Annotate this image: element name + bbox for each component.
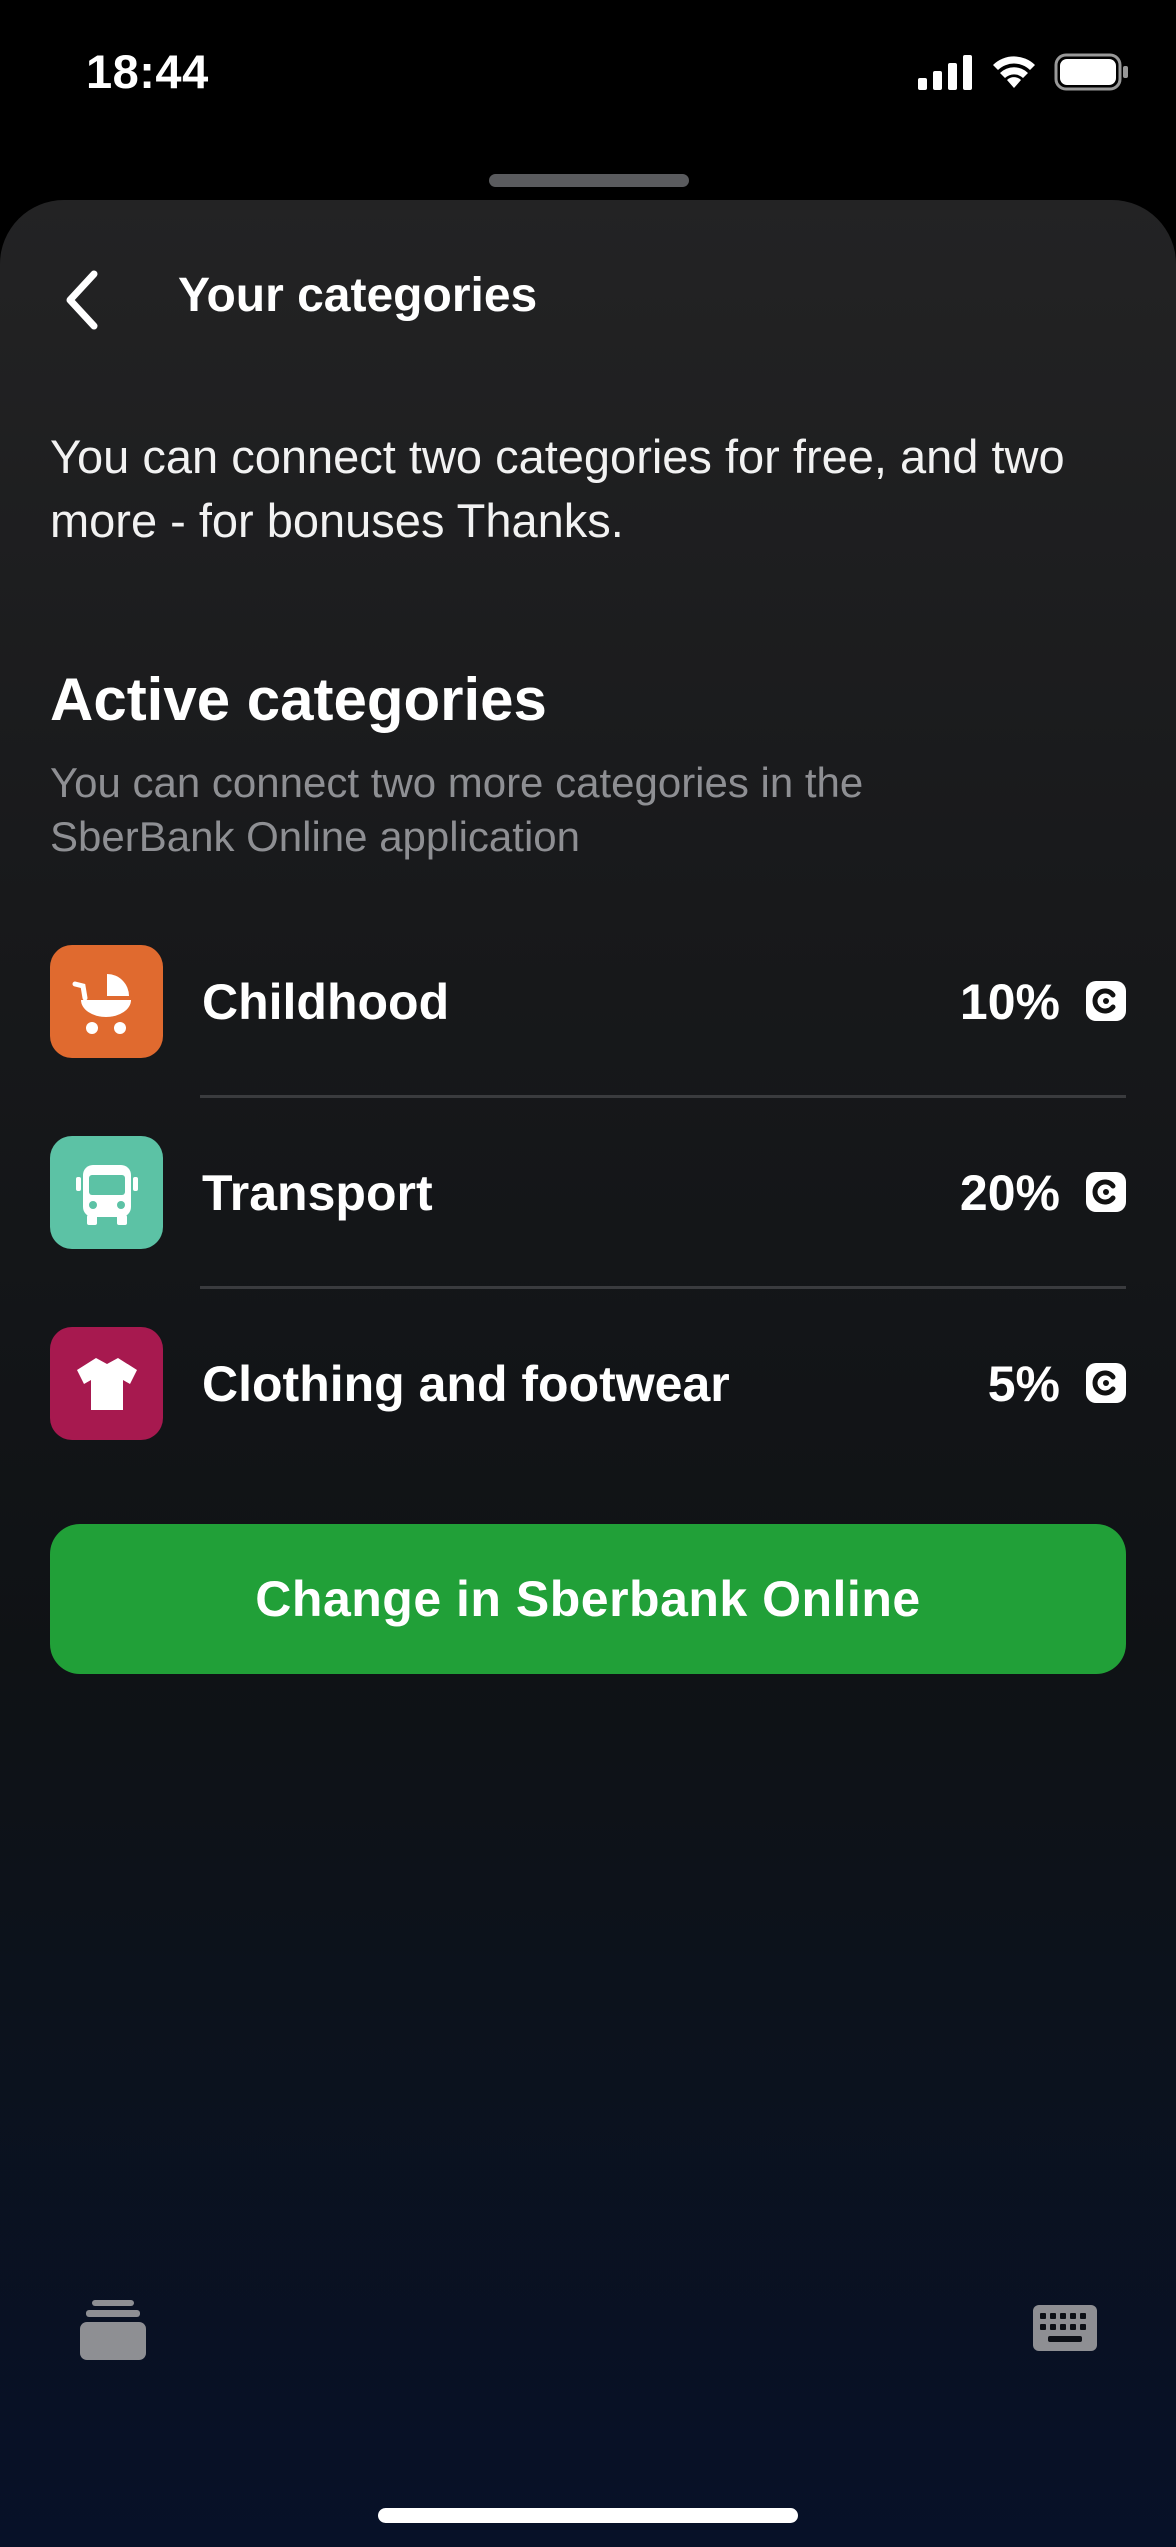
wifi-icon [993, 56, 1035, 88]
home-indicator[interactable] [378, 2508, 798, 2523]
tshirt-icon [76, 1357, 137, 1410]
card-stack-icon [80, 2300, 146, 2360]
category-icon-clothing [50, 1327, 163, 1440]
section-subtitle: You can connect two more categories in t… [50, 759, 864, 860]
status-icons [918, 52, 1130, 92]
divider [200, 1095, 1126, 1098]
category-name: Childhood [202, 974, 450, 1030]
signal-icon [918, 55, 972, 90]
chevron-left-icon [66, 270, 98, 330]
keyboard-icon [1033, 2305, 1097, 2351]
category-list: Childhood 10% Transport 20% Clothing and… [50, 945, 1126, 1518]
section-title: Active categories [50, 666, 547, 733]
divider [200, 1286, 1126, 1289]
category-name: Clothing and footwear [202, 1356, 730, 1412]
category-row-transport[interactable]: Transport 20% [50, 1136, 1126, 1327]
bus-icon [75, 1164, 138, 1225]
change-in-sberbank-button[interactable]: Change in Sberbank Online [50, 1524, 1126, 1674]
category-percent: 20% [959, 1165, 1060, 1221]
bonus-icon [1086, 1172, 1126, 1212]
bonus-icon [1086, 1363, 1126, 1403]
category-percent: 5% [987, 1356, 1060, 1412]
sheet-grabber[interactable] [489, 174, 689, 187]
status-bar: 18:44 [0, 0, 1176, 150]
keyboard-button[interactable] [1032, 2304, 1098, 2352]
category-row-clothing[interactable]: Clothing and footwear 5% [50, 1327, 1126, 1518]
bonus-icon [1086, 981, 1126, 1021]
card-stack-button[interactable] [78, 2298, 148, 2362]
status-time: 18:44 [86, 45, 209, 98]
category-percent: 10% [959, 974, 1060, 1030]
stroller-icon [72, 973, 131, 1034]
category-name: Transport [202, 1165, 433, 1221]
category-icon-childhood [50, 945, 163, 1058]
category-row-childhood[interactable]: Childhood 10% [50, 945, 1126, 1136]
category-icon-transport [50, 1136, 163, 1249]
page-title: Your categories [178, 269, 538, 322]
back-button[interactable] [52, 262, 112, 338]
battery-icon [1054, 53, 1128, 91]
intro-text: You can connect two categories for free,… [50, 430, 1065, 547]
